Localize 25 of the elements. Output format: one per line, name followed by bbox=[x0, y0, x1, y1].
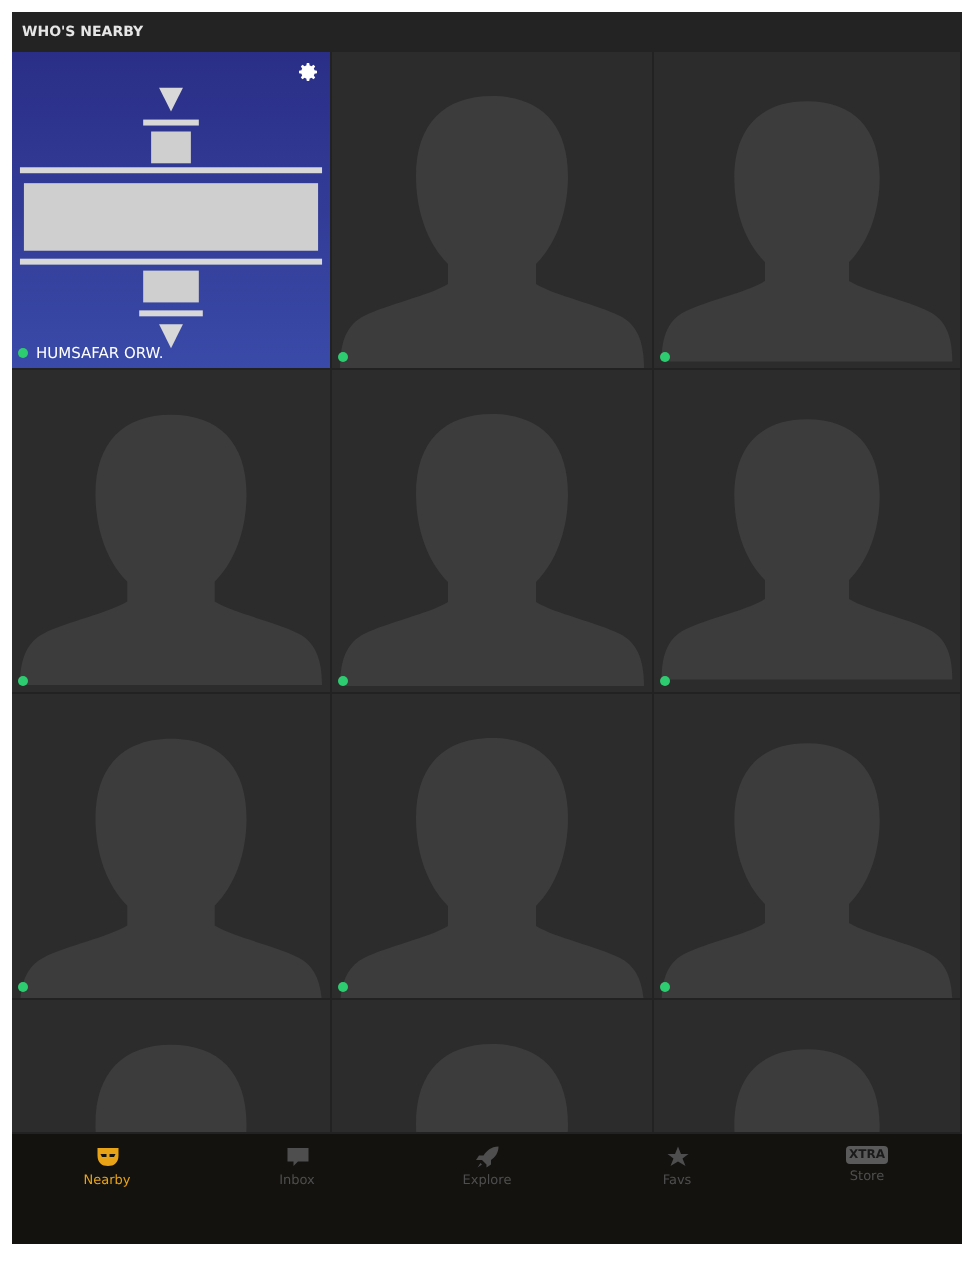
profile-tile[interactable] bbox=[654, 52, 962, 370]
online-status-dot bbox=[338, 982, 348, 992]
online-status-dot bbox=[338, 352, 348, 362]
online-status-dot bbox=[660, 352, 670, 362]
rocket-icon bbox=[475, 1146, 499, 1168]
profile-tile[interactable] bbox=[332, 370, 654, 694]
online-status-dot bbox=[338, 676, 348, 686]
mask-icon bbox=[95, 1146, 119, 1168]
profile-tile[interactable] bbox=[332, 52, 654, 370]
profile-tile[interactable] bbox=[332, 1000, 654, 1134]
online-status-dot bbox=[660, 676, 670, 686]
profile-tile[interactable] bbox=[12, 1000, 332, 1134]
settings-icon[interactable] bbox=[296, 60, 320, 84]
profile-tile[interactable] bbox=[654, 694, 962, 1000]
online-status-dot bbox=[660, 982, 670, 992]
chat-bubble-icon bbox=[285, 1146, 309, 1168]
online-status-dot bbox=[18, 982, 28, 992]
star-icon bbox=[665, 1146, 689, 1168]
profile-tile[interactable] bbox=[12, 694, 332, 1000]
profile-tile[interactable] bbox=[654, 1000, 962, 1134]
profile-tile[interactable] bbox=[12, 370, 332, 694]
profile-tile[interactable] bbox=[332, 694, 654, 1000]
profile-tile[interactable] bbox=[654, 370, 962, 694]
online-status-dot bbox=[18, 676, 28, 686]
online-status-dot bbox=[18, 348, 28, 358]
